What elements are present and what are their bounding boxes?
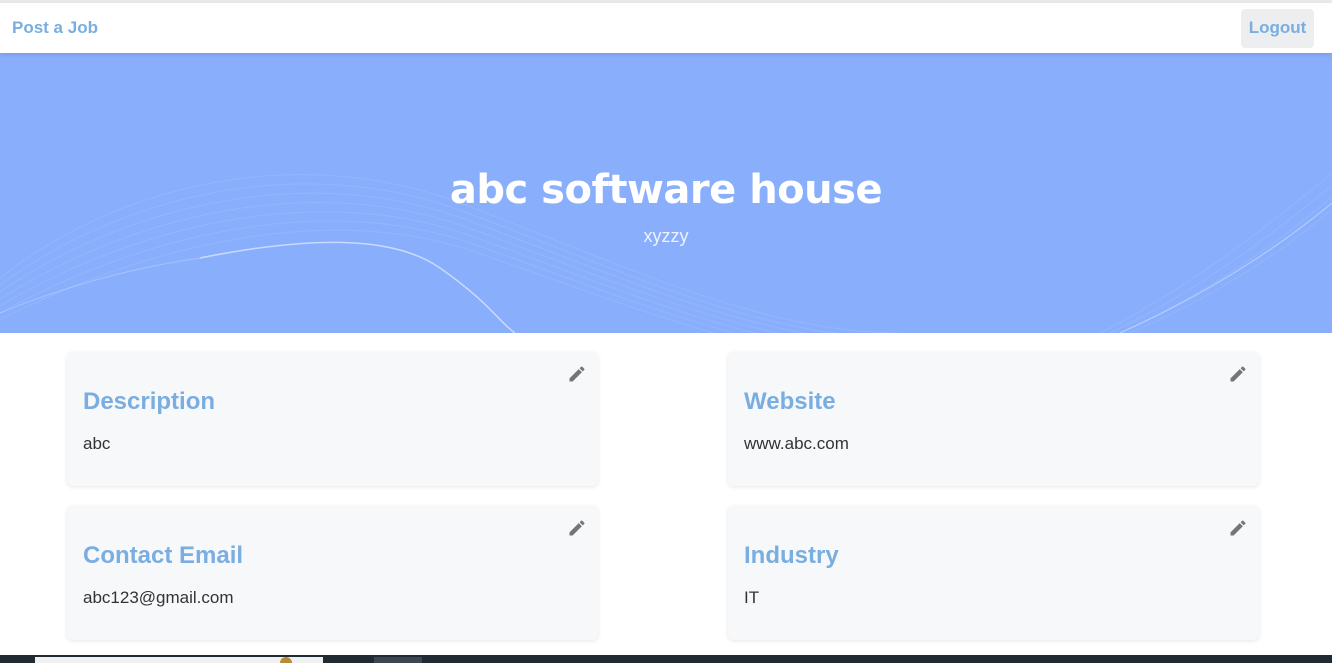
contact-email-card: Contact Email abc123@gmail.com	[67, 506, 598, 640]
card-title: Description	[83, 388, 216, 415]
card-value: abc123@gmail.com	[83, 588, 234, 607]
company-tagline: xyzzy	[643, 226, 689, 246]
edit-website-button[interactable]	[1227, 363, 1249, 385]
website-card: Website www.abc.com	[728, 352, 1259, 486]
taskbar-item[interactable]	[374, 657, 422, 663]
company-hero-banner: abc software house xyzzy	[0, 53, 1332, 333]
card-value: IT	[744, 588, 760, 607]
edit-industry-button[interactable]	[1227, 517, 1249, 539]
pencil-icon	[569, 366, 585, 382]
logout-button[interactable]: Logout	[1241, 8, 1314, 48]
card-value: abc	[83, 434, 111, 453]
edit-contact-email-button[interactable]	[566, 517, 588, 539]
navbar: Post a Job Logout	[0, 3, 1332, 53]
card-title: Industry	[744, 542, 839, 569]
os-taskbar	[0, 655, 1332, 663]
edit-description-button[interactable]	[566, 363, 588, 385]
pencil-icon	[1230, 520, 1246, 536]
company-name-heading: abc software house	[449, 167, 883, 213]
card-title: Contact Email	[83, 542, 244, 569]
pencil-icon	[1230, 366, 1246, 382]
post-a-job-link[interactable]: Post a Job	[12, 18, 98, 38]
industry-card: Industry IT	[728, 506, 1259, 640]
card-title: Website	[744, 388, 836, 415]
card-value: www.abc.com	[744, 434, 849, 453]
taskbar-app-icon[interactable]	[280, 657, 292, 663]
description-card: Description abc	[67, 352, 598, 486]
pencil-icon	[569, 520, 585, 536]
